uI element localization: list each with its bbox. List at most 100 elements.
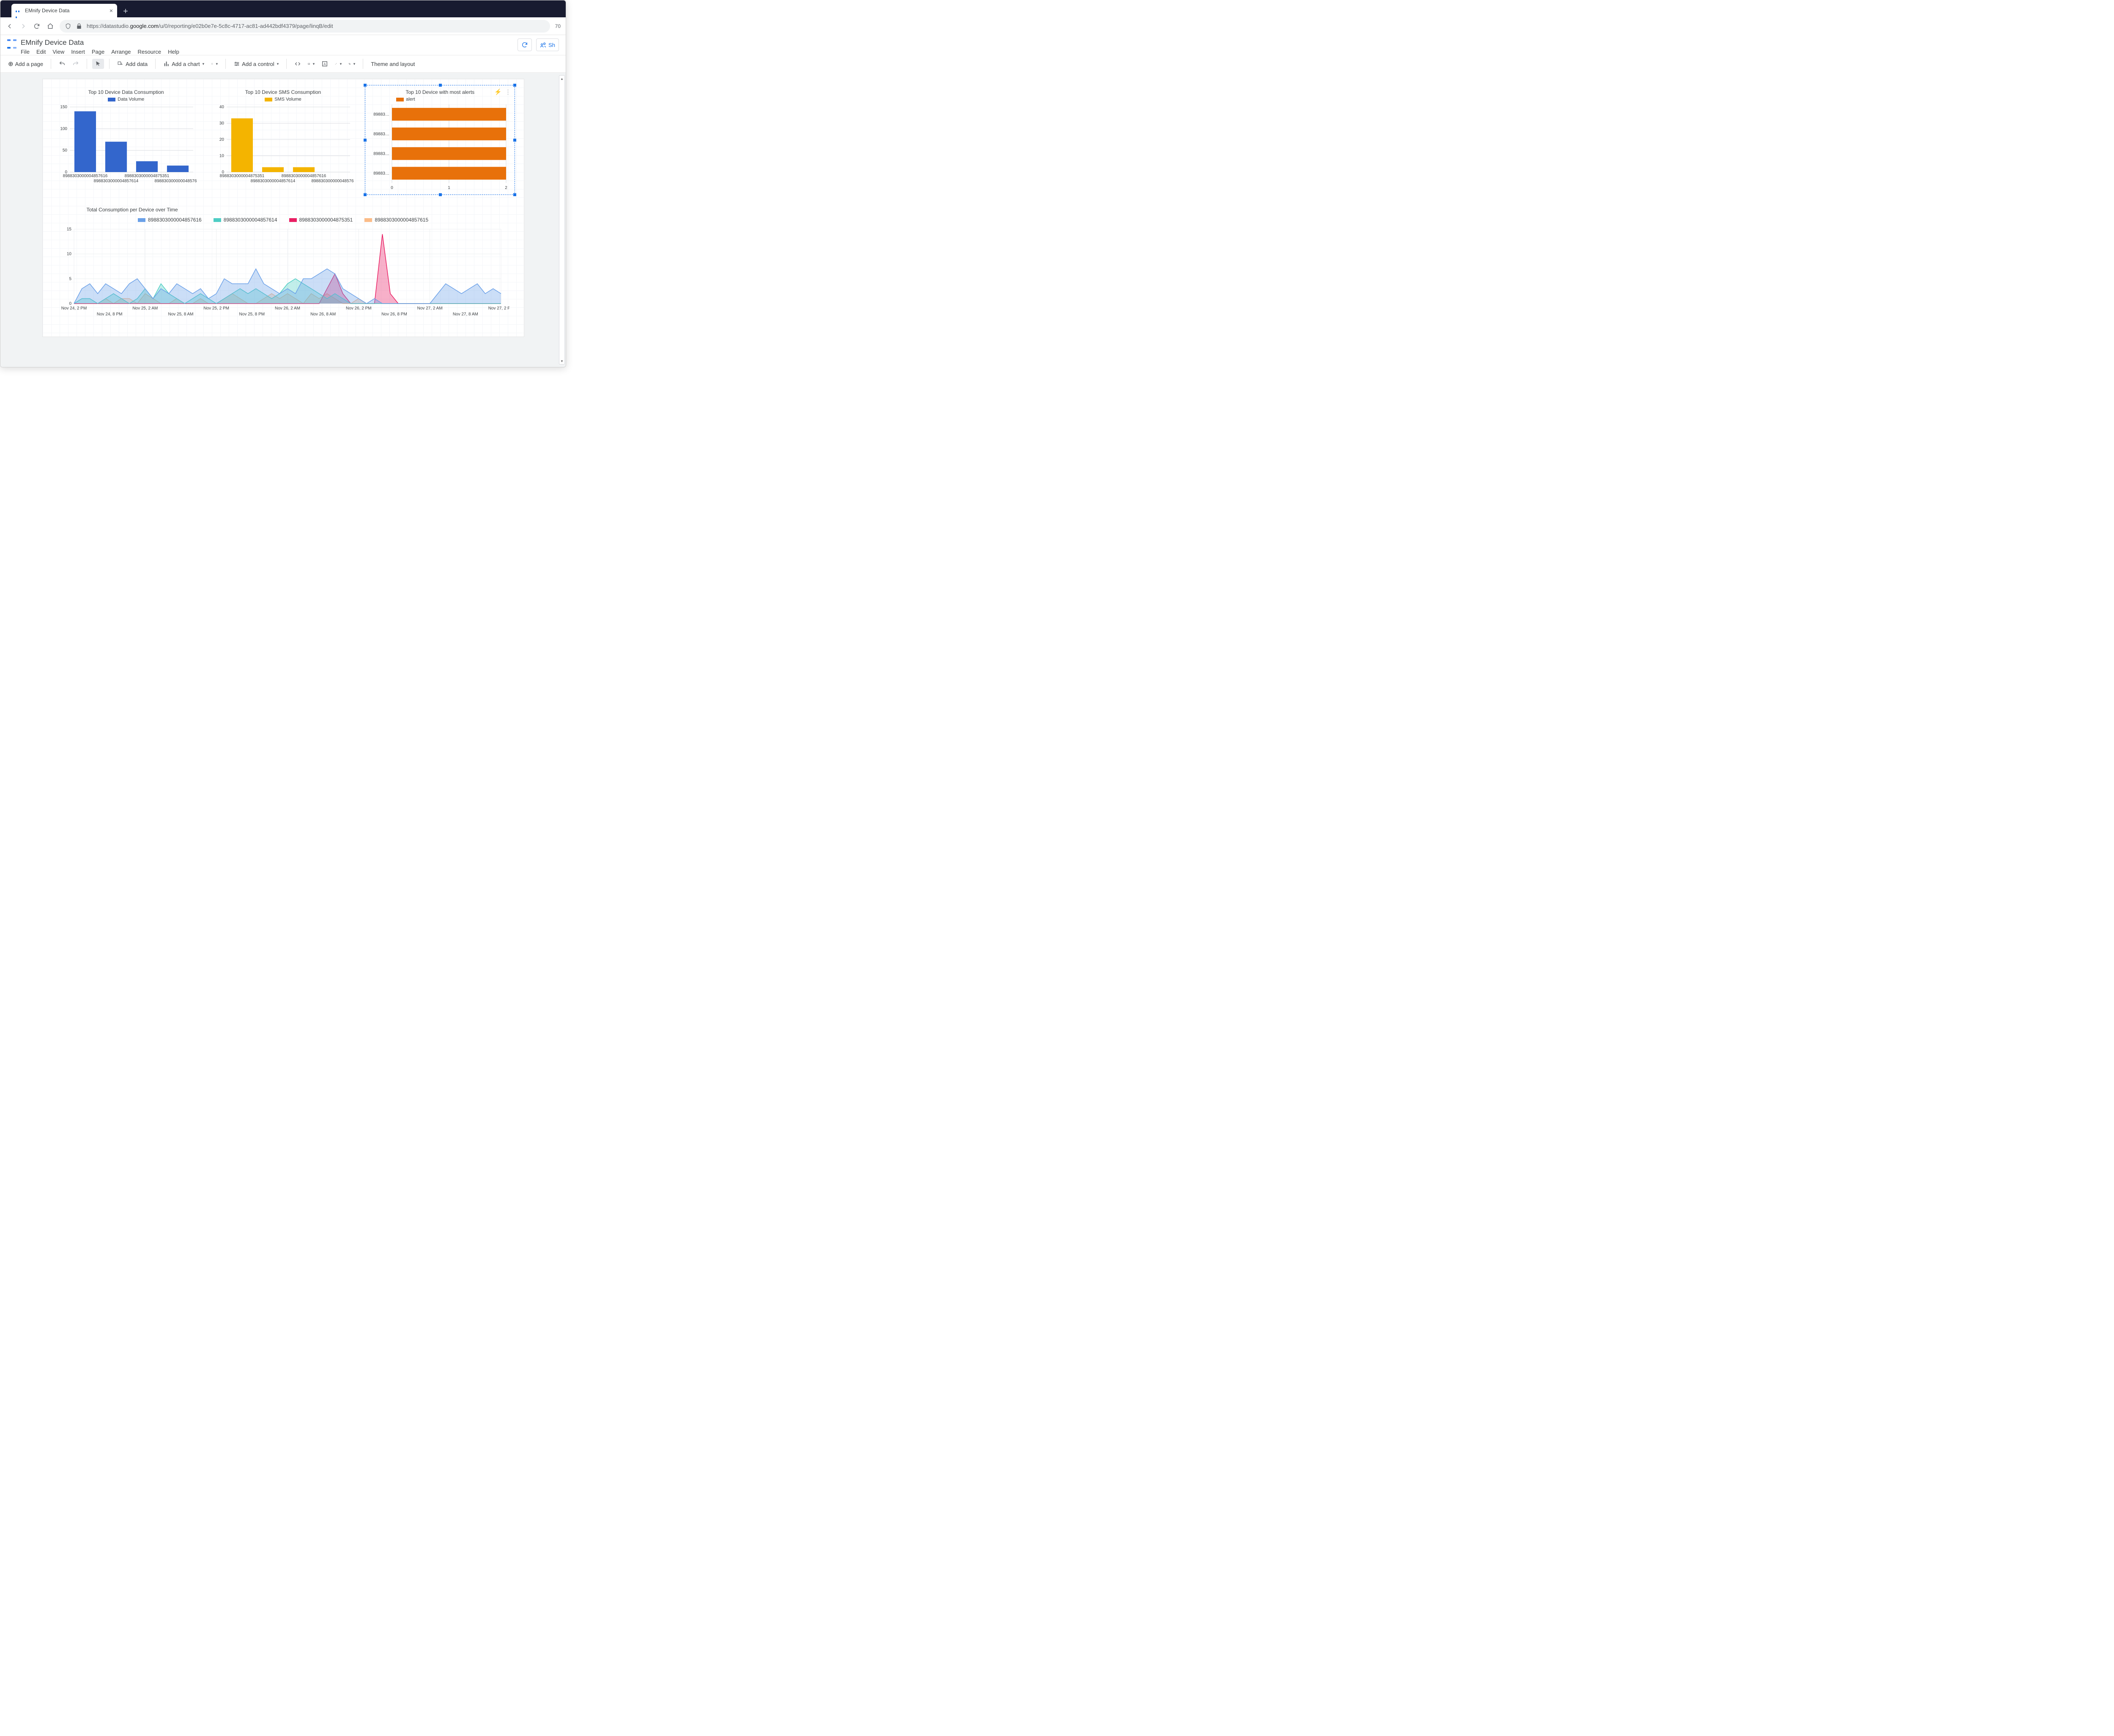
- svg-text:Nov 25, 8 AM: Nov 25, 8 AM: [168, 312, 193, 317]
- undo-button[interactable]: [56, 59, 68, 69]
- text-button[interactable]: A: [319, 59, 331, 69]
- svg-text:898830300000048576…: 898830300000048576…: [311, 179, 353, 183]
- svg-text:15: 15: [66, 227, 71, 232]
- chart-title: Top 10 Device SMS Consumption: [210, 87, 356, 97]
- menu-file[interactable]: File: [21, 49, 30, 55]
- svg-text:Nov 26, 2 PM: Nov 26, 2 PM: [346, 306, 372, 311]
- image-button[interactable]: [305, 59, 317, 69]
- chart-title: Total Consumption per Device over Time: [53, 204, 514, 214]
- chart-title: Top 10 Device Data Consumption: [53, 87, 200, 97]
- select-tool-button[interactable]: [92, 59, 104, 69]
- svg-text:8988303000004875351: 8988303000004875351: [124, 174, 169, 178]
- svg-text:10: 10: [66, 252, 71, 256]
- url-input[interactable]: https://datastudio.google.com/u/0/report…: [60, 20, 550, 33]
- home-button[interactable]: [46, 22, 55, 30]
- add-control-button[interactable]: Add a control: [231, 59, 281, 69]
- svg-text:89883…: 89883…: [373, 151, 389, 156]
- refresh-data-button[interactable]: [518, 38, 532, 51]
- menu-insert[interactable]: Insert: [71, 49, 85, 55]
- svg-text:Nov 27, 8 AM: Nov 27, 8 AM: [452, 312, 478, 317]
- zoom-level[interactable]: 70: [555, 23, 561, 29]
- chart-legend: SMS Volume: [210, 97, 356, 104]
- lock-icon: [76, 23, 82, 30]
- canvas[interactable]: Top 10 Device Data Consumption Data Volu…: [0, 73, 566, 367]
- svg-text:20: 20: [219, 137, 225, 142]
- svg-text:0: 0: [69, 301, 71, 306]
- svg-text:2: 2: [505, 186, 507, 190]
- new-tab-button[interactable]: +: [120, 5, 131, 17]
- chart-legend: 8988303000004857616898830300000485761489…: [53, 214, 514, 227]
- svg-text:30: 30: [219, 121, 225, 126]
- theme-layout-label: Theme and layout: [371, 61, 415, 67]
- add-control-label: Add a control: [242, 61, 274, 67]
- theme-layout-button[interactable]: Theme and layout: [368, 59, 417, 69]
- svg-text:10: 10: [219, 154, 225, 159]
- menu-resource[interactable]: Resource: [137, 49, 161, 55]
- chart-alerts[interactable]: ⚡ ⋮ Top 10 Device with most alerts alert…: [367, 87, 513, 193]
- svg-text:89883…: 89883…: [373, 112, 389, 117]
- svg-text:100: 100: [60, 126, 67, 131]
- svg-text:40: 40: [219, 105, 225, 110]
- svg-text:8988303000004857616: 8988303000004857616: [63, 174, 107, 178]
- add-data-button[interactable]: Add data: [115, 59, 150, 69]
- svg-text:Nov 27, 2 AM: Nov 27, 2 AM: [417, 306, 442, 311]
- back-button[interactable]: [5, 22, 14, 30]
- document-title[interactable]: EMnify Device Data: [21, 38, 179, 47]
- line-button[interactable]: [332, 59, 344, 69]
- svg-text:Nov 27, 2 PM: Nov 27, 2 PM: [488, 306, 509, 311]
- add-page-button[interactable]: ⊕Add a page: [5, 58, 46, 69]
- browser-tab-strip: EMnify Device Data × +: [0, 0, 566, 17]
- menu-help[interactable]: Help: [168, 49, 179, 55]
- svg-text:50: 50: [62, 148, 67, 153]
- reload-button[interactable]: [33, 22, 41, 30]
- app-header: EMnify Device Data File Edit View Insert…: [0, 35, 566, 55]
- close-tab-icon[interactable]: ×: [110, 7, 113, 14]
- chart-total-consumption[interactable]: Total Consumption per Device over Time 8…: [53, 204, 514, 324]
- lightning-icon[interactable]: ⚡: [494, 88, 501, 96]
- add-data-label: Add data: [126, 61, 148, 67]
- svg-text:8988303000004857616: 8988303000004857616: [281, 174, 326, 178]
- add-page-label: Add a page: [15, 61, 44, 67]
- embed-button[interactable]: [292, 59, 304, 69]
- address-bar: https://datastudio.google.com/u/0/report…: [0, 17, 566, 35]
- community-viz-button[interactable]: [208, 59, 220, 69]
- svg-text:89883…: 89883…: [373, 132, 389, 137]
- scroll-down-icon[interactable]: ▾: [559, 358, 564, 364]
- tab-title: EMnify Device Data: [25, 8, 69, 14]
- menu-view[interactable]: View: [52, 49, 64, 55]
- svg-text:Nov 25, 8 PM: Nov 25, 8 PM: [239, 312, 265, 317]
- share-button[interactable]: Sh: [536, 38, 559, 51]
- svg-text:5: 5: [69, 277, 71, 281]
- svg-text:8988303000004857614: 8988303000004857614: [93, 179, 138, 183]
- report-page[interactable]: Top 10 Device Data Consumption Data Volu…: [42, 79, 524, 337]
- svg-text:898830300000048576…: 898830300000048576…: [154, 179, 197, 183]
- svg-text:Nov 25, 2 AM: Nov 25, 2 AM: [132, 306, 158, 311]
- add-chart-label: Add a chart: [172, 61, 200, 67]
- svg-text:A: A: [324, 62, 326, 66]
- url-text: https://datastudio.google.com/u/0/report…: [87, 23, 333, 29]
- svg-text:Nov 26, 8 AM: Nov 26, 8 AM: [310, 312, 336, 317]
- svg-text:Nov 26, 8 PM: Nov 26, 8 PM: [381, 312, 407, 317]
- vertical-scrollbar[interactable]: ▴ ▾: [559, 75, 565, 364]
- shape-button[interactable]: [346, 59, 358, 69]
- menu-page[interactable]: Page: [92, 49, 104, 55]
- chart-legend: Data Volume: [53, 97, 200, 104]
- svg-text:1: 1: [448, 186, 450, 190]
- svg-text:89883…: 89883…: [373, 171, 389, 176]
- redo-button[interactable]: [70, 59, 82, 69]
- scroll-up-icon[interactable]: ▴: [559, 76, 564, 82]
- menu-edit[interactable]: Edit: [36, 49, 46, 55]
- chart-data-consumption[interactable]: Top 10 Device Data Consumption Data Volu…: [53, 87, 200, 193]
- forward-button[interactable]: [19, 22, 27, 30]
- chart-sms-consumption[interactable]: Top 10 Device SMS Consumption SMS Volume…: [210, 87, 356, 193]
- browser-tab[interactable]: EMnify Device Data ×: [11, 4, 117, 17]
- svg-text:0: 0: [391, 186, 393, 190]
- add-chart-button[interactable]: Add a chart: [161, 59, 207, 69]
- chart-title: Top 10 Device with most alerts: [367, 87, 513, 97]
- datastudio-logo-icon: [7, 39, 16, 49]
- menu-arrange[interactable]: Arrange: [111, 49, 131, 55]
- share-label: Sh: [548, 42, 555, 48]
- favicon-icon: [16, 8, 22, 14]
- svg-text:8988303000004875351: 8988303000004875351: [219, 174, 264, 178]
- more-icon[interactable]: ⋮: [505, 88, 511, 96]
